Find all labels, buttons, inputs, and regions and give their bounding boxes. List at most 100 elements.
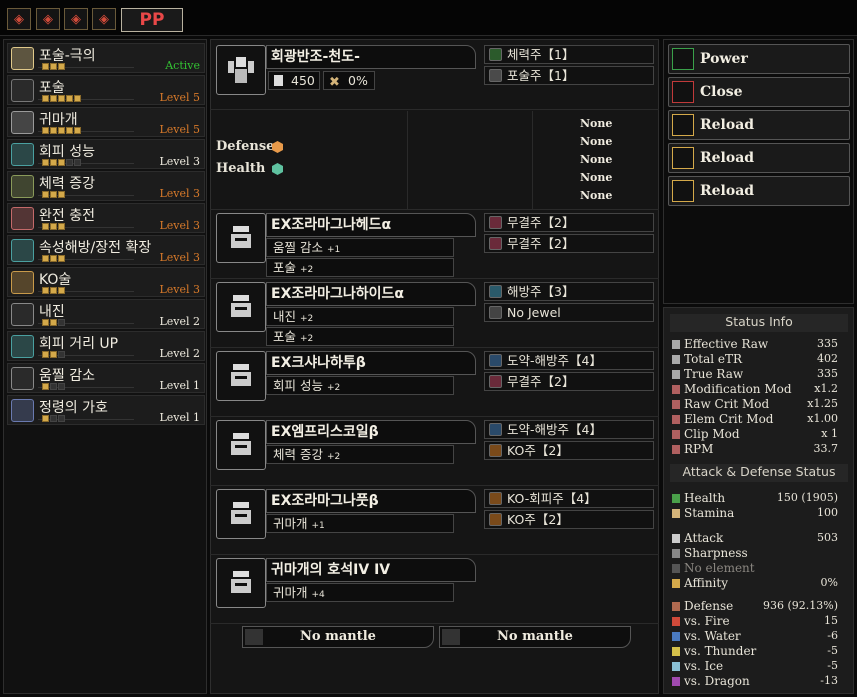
armor-skill: 귀마개 +4 (266, 583, 454, 602)
skill-level-pips (42, 255, 65, 262)
stat-icon (672, 494, 680, 503)
skill-row[interactable]: 내진 Level 2 (7, 299, 205, 329)
skill-pip (50, 287, 57, 294)
skill-name: 속성해방/장전 확장 (39, 240, 152, 256)
skill-pip (58, 351, 65, 358)
monster-icon-4[interactable]: ◈ (92, 8, 116, 30)
skill-pip (50, 127, 57, 134)
skill-pip (42, 255, 49, 262)
weapon-deco-1[interactable]: 체력주【1】 (484, 45, 654, 64)
armor-name: EX엠프리스코일β (266, 420, 476, 444)
skill-row[interactable]: 포술 Level 5 (7, 75, 205, 105)
skill-icon (11, 207, 34, 230)
pp-tab[interactable]: PP (121, 8, 183, 32)
armor-deco-slot[interactable]: 도약-해방주【4】 (484, 351, 654, 370)
skill-pip (74, 159, 81, 166)
skill-row[interactable]: 정령의 가호 Level 1 (7, 395, 205, 425)
status-row: Sharpness (672, 546, 838, 561)
weapon-deco-2[interactable]: 포술주【1】 (484, 66, 654, 85)
status-row: vs. Fire 15 (672, 614, 838, 629)
skill-row[interactable]: 회피 거리 UP Level 2 (7, 331, 205, 361)
stat-icon (672, 602, 680, 611)
skill-row[interactable]: 완전 충전 Level 3 (7, 203, 205, 233)
weapon-icon[interactable] (216, 45, 266, 95)
skill-pip (58, 287, 65, 294)
skill-row[interactable]: 회피 성능 Level 3 (7, 139, 205, 169)
monster-icon-3[interactable]: ◈ (64, 8, 88, 30)
stat-icon (672, 370, 680, 379)
skill-pip (42, 287, 49, 294)
armor-deco-slot[interactable]: 해방주【3】 (484, 282, 654, 301)
mantle-icon (245, 629, 263, 645)
skill-pip (42, 351, 49, 358)
skill-pip (42, 191, 49, 198)
stat-icon (672, 445, 680, 454)
skill-icon (11, 303, 34, 326)
stat-icon (672, 579, 680, 588)
monster-icon-2[interactable]: ◈ (36, 8, 60, 30)
armor-deco-slot[interactable]: No Jewel (484, 303, 654, 322)
ammo-icon (672, 180, 694, 202)
action-button-power[interactable]: Power (668, 44, 850, 74)
deco-gem-icon (489, 48, 502, 61)
skill-pip (58, 159, 65, 166)
skill-row[interactable]: 움찔 감소 Level 1 (7, 363, 205, 393)
skill-pip (42, 319, 49, 326)
armor-icon[interactable] (216, 420, 266, 470)
armor-icon[interactable] (216, 351, 266, 401)
skill-pip (66, 95, 73, 102)
skill-row[interactable]: 체력 증강 Level 3 (7, 171, 205, 201)
skill-pip (58, 255, 65, 262)
armor-icon[interactable] (216, 489, 266, 539)
action-button-reload[interactable]: Reload (668, 110, 850, 140)
armor-deco-slot[interactable]: 무결주【2】 (484, 372, 654, 391)
status-row: Stamina 100 (672, 506, 838, 521)
stat-icon (672, 534, 680, 543)
deco-gem-icon (489, 354, 502, 367)
skill-pip (50, 191, 57, 198)
deco-gem-icon (489, 513, 502, 526)
skill-name: KO술 (39, 272, 72, 288)
skill-pip (50, 255, 57, 262)
armor-deco-slot[interactable]: 무결주【2】 (484, 234, 654, 253)
armor-deco-slot[interactable]: KO-회피주【4】 (484, 489, 654, 508)
skill-pip (42, 63, 49, 70)
deco-gem-icon (489, 285, 502, 298)
skill-name: 포술 (39, 80, 65, 96)
monster-icon-1[interactable]: ◈ (7, 8, 31, 30)
status-row: Health 150 (1905) (672, 491, 838, 506)
armor-icon[interactable] (216, 558, 266, 608)
mantle-slot-1[interactable]: No mantle (242, 626, 434, 648)
status-row: Raw Crit Mod x1.25 (672, 397, 838, 412)
armor-icon[interactable] (216, 213, 266, 263)
action-button-reload[interactable]: Reload (668, 143, 850, 173)
armor-icon[interactable] (216, 282, 266, 332)
status-row: vs. Water -6 (672, 629, 838, 644)
mantle-slot-2[interactable]: No mantle (439, 626, 631, 648)
armor-deco-slot[interactable]: 도약-해방주【4】 (484, 420, 654, 439)
action-button-close[interactable]: Close (668, 77, 850, 107)
armor-skill: 포술 +2 (266, 258, 454, 277)
status-heading: Status Info (670, 314, 848, 332)
skill-pip (58, 191, 65, 198)
skill-row[interactable]: 포술-극의 Active (7, 43, 205, 73)
skill-pip (50, 63, 57, 70)
empty-slot-label: None (580, 117, 613, 130)
skill-row[interactable]: 귀마개 Level 5 (7, 107, 205, 137)
skill-pip (58, 223, 65, 230)
skill-icon (11, 143, 34, 166)
skill-level-pips (42, 351, 65, 358)
armor-skill: 귀마개 +1 (266, 514, 454, 533)
skill-row[interactable]: 속성해방/장전 확장 Level 3 (7, 235, 205, 265)
skill-pip (74, 95, 81, 102)
armor-deco-slot[interactable]: KO주【2】 (484, 441, 654, 460)
action-button-reload[interactable]: Reload (668, 176, 850, 206)
stat-icon (672, 509, 680, 518)
weapon-attack: 450 (268, 71, 320, 90)
stat-icon (672, 564, 680, 573)
skill-name: 정령의 가호 (39, 400, 108, 416)
armor-deco-slot[interactable]: KO주【2】 (484, 510, 654, 529)
skill-row[interactable]: KO술 Level 3 (7, 267, 205, 297)
stat-icon (672, 400, 680, 409)
armor-deco-slot[interactable]: 무결주【2】 (484, 213, 654, 232)
